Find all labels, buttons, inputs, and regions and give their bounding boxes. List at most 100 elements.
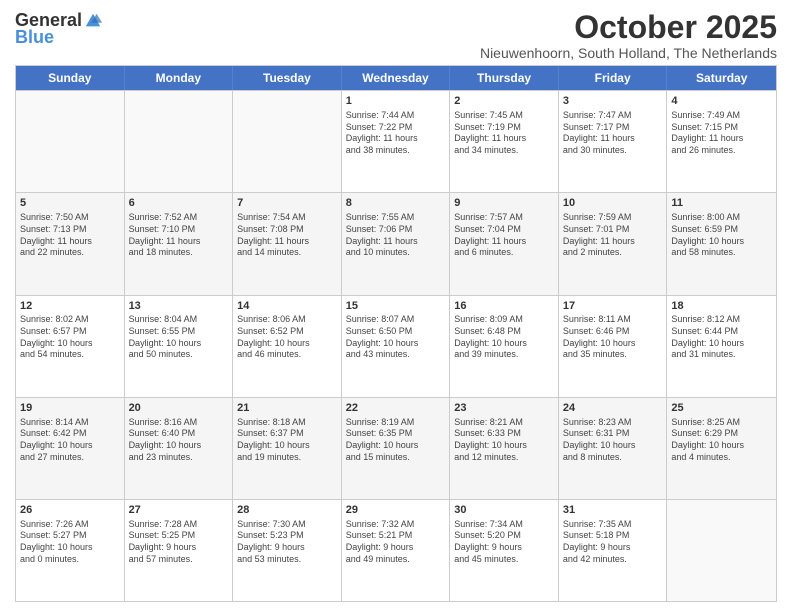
cal-cell-3-6: 17Sunrise: 8:11 AM Sunset: 6:46 PM Dayli…	[559, 296, 668, 397]
cell-day-number: 3	[563, 94, 663, 109]
cell-info: Sunrise: 8:19 AM Sunset: 6:35 PM Dayligh…	[346, 417, 446, 464]
cell-info: Sunrise: 8:25 AM Sunset: 6:29 PM Dayligh…	[671, 417, 772, 464]
cal-cell-4-1: 19Sunrise: 8:14 AM Sunset: 6:42 PM Dayli…	[16, 398, 125, 499]
cal-cell-5-6: 31Sunrise: 7:35 AM Sunset: 5:18 PM Dayli…	[559, 500, 668, 601]
cell-day-number: 20	[129, 401, 229, 416]
cal-cell-4-3: 21Sunrise: 8:18 AM Sunset: 6:37 PM Dayli…	[233, 398, 342, 499]
logo-icon	[84, 12, 102, 30]
cell-day-number: 16	[454, 299, 554, 314]
cal-cell-4-2: 20Sunrise: 8:16 AM Sunset: 6:40 PM Dayli…	[125, 398, 234, 499]
cell-info: Sunrise: 7:35 AM Sunset: 5:18 PM Dayligh…	[563, 519, 663, 566]
cell-day-number: 23	[454, 401, 554, 416]
cell-day-number: 22	[346, 401, 446, 416]
header-saturday: Saturday	[667, 66, 776, 90]
cal-cell-3-7: 18Sunrise: 8:12 AM Sunset: 6:44 PM Dayli…	[667, 296, 776, 397]
header-thursday: Thursday	[450, 66, 559, 90]
cal-cell-3-5: 16Sunrise: 8:09 AM Sunset: 6:48 PM Dayli…	[450, 296, 559, 397]
subtitle: Nieuwenhoorn, South Holland, The Netherl…	[480, 45, 777, 61]
cell-day-number: 6	[129, 196, 229, 211]
cell-day-number: 4	[671, 94, 772, 109]
cell-info: Sunrise: 7:34 AM Sunset: 5:20 PM Dayligh…	[454, 519, 554, 566]
calendar: Sunday Monday Tuesday Wednesday Thursday…	[15, 65, 777, 602]
cell-info: Sunrise: 8:00 AM Sunset: 6:59 PM Dayligh…	[671, 212, 772, 259]
cell-day-number: 9	[454, 196, 554, 211]
cell-info: Sunrise: 7:59 AM Sunset: 7:01 PM Dayligh…	[563, 212, 663, 259]
cal-week-5: 26Sunrise: 7:26 AM Sunset: 5:27 PM Dayli…	[16, 499, 776, 601]
cal-cell-3-3: 14Sunrise: 8:06 AM Sunset: 6:52 PM Dayli…	[233, 296, 342, 397]
cell-day-number: 18	[671, 299, 772, 314]
cal-cell-2-5: 9Sunrise: 7:57 AM Sunset: 7:04 PM Daylig…	[450, 193, 559, 294]
page: General Blue October 2025 Nieuwenhoorn, …	[0, 0, 792, 612]
cal-cell-1-2	[125, 91, 234, 192]
cal-cell-2-7: 11Sunrise: 8:00 AM Sunset: 6:59 PM Dayli…	[667, 193, 776, 294]
cal-cell-3-1: 12Sunrise: 8:02 AM Sunset: 6:57 PM Dayli…	[16, 296, 125, 397]
cell-info: Sunrise: 8:09 AM Sunset: 6:48 PM Dayligh…	[454, 314, 554, 361]
cal-cell-3-4: 15Sunrise: 8:07 AM Sunset: 6:50 PM Dayli…	[342, 296, 451, 397]
cell-day-number: 2	[454, 94, 554, 109]
cell-info: Sunrise: 8:12 AM Sunset: 6:44 PM Dayligh…	[671, 314, 772, 361]
header-sunday: Sunday	[16, 66, 125, 90]
cal-cell-5-4: 29Sunrise: 7:32 AM Sunset: 5:21 PM Dayli…	[342, 500, 451, 601]
cell-day-number: 12	[20, 299, 120, 314]
header-wednesday: Wednesday	[342, 66, 451, 90]
cal-cell-5-3: 28Sunrise: 7:30 AM Sunset: 5:23 PM Dayli…	[233, 500, 342, 601]
cell-info: Sunrise: 7:28 AM Sunset: 5:25 PM Dayligh…	[129, 519, 229, 566]
cell-info: Sunrise: 7:50 AM Sunset: 7:13 PM Dayligh…	[20, 212, 120, 259]
cell-info: Sunrise: 7:26 AM Sunset: 5:27 PM Dayligh…	[20, 519, 120, 566]
cell-day-number: 1	[346, 94, 446, 109]
header-monday: Monday	[125, 66, 234, 90]
cell-info: Sunrise: 8:16 AM Sunset: 6:40 PM Dayligh…	[129, 417, 229, 464]
cell-day-number: 15	[346, 299, 446, 314]
cal-cell-5-1: 26Sunrise: 7:26 AM Sunset: 5:27 PM Dayli…	[16, 500, 125, 601]
cell-day-number: 10	[563, 196, 663, 211]
calendar-body: 1Sunrise: 7:44 AM Sunset: 7:22 PM Daylig…	[16, 90, 776, 601]
cal-cell-5-2: 27Sunrise: 7:28 AM Sunset: 5:25 PM Dayli…	[125, 500, 234, 601]
cell-info: Sunrise: 7:55 AM Sunset: 7:06 PM Dayligh…	[346, 212, 446, 259]
cell-day-number: 29	[346, 503, 446, 518]
header-tuesday: Tuesday	[233, 66, 342, 90]
cal-cell-4-7: 25Sunrise: 8:25 AM Sunset: 6:29 PM Dayli…	[667, 398, 776, 499]
calendar-header: Sunday Monday Tuesday Wednesday Thursday…	[16, 66, 776, 90]
cell-day-number: 7	[237, 196, 337, 211]
cell-info: Sunrise: 8:18 AM Sunset: 6:37 PM Dayligh…	[237, 417, 337, 464]
cal-cell-4-5: 23Sunrise: 8:21 AM Sunset: 6:33 PM Dayli…	[450, 398, 559, 499]
cal-cell-5-5: 30Sunrise: 7:34 AM Sunset: 5:20 PM Dayli…	[450, 500, 559, 601]
cell-info: Sunrise: 8:04 AM Sunset: 6:55 PM Dayligh…	[129, 314, 229, 361]
cell-day-number: 31	[563, 503, 663, 518]
cell-info: Sunrise: 7:32 AM Sunset: 5:21 PM Dayligh…	[346, 519, 446, 566]
cell-info: Sunrise: 7:49 AM Sunset: 7:15 PM Dayligh…	[671, 110, 772, 157]
cell-info: Sunrise: 7:52 AM Sunset: 7:10 PM Dayligh…	[129, 212, 229, 259]
cal-cell-2-6: 10Sunrise: 7:59 AM Sunset: 7:01 PM Dayli…	[559, 193, 668, 294]
cell-info: Sunrise: 8:02 AM Sunset: 6:57 PM Dayligh…	[20, 314, 120, 361]
cell-day-number: 26	[20, 503, 120, 518]
cal-cell-1-4: 1Sunrise: 7:44 AM Sunset: 7:22 PM Daylig…	[342, 91, 451, 192]
cal-cell-4-4: 22Sunrise: 8:19 AM Sunset: 6:35 PM Dayli…	[342, 398, 451, 499]
cell-day-number: 17	[563, 299, 663, 314]
cell-day-number: 24	[563, 401, 663, 416]
month-title: October 2025	[480, 10, 777, 45]
cell-info: Sunrise: 8:23 AM Sunset: 6:31 PM Dayligh…	[563, 417, 663, 464]
cal-cell-5-7	[667, 500, 776, 601]
cal-cell-1-6: 3Sunrise: 7:47 AM Sunset: 7:17 PM Daylig…	[559, 91, 668, 192]
header: General Blue October 2025 Nieuwenhoorn, …	[15, 10, 777, 61]
cell-info: Sunrise: 7:54 AM Sunset: 7:08 PM Dayligh…	[237, 212, 337, 259]
cal-week-1: 1Sunrise: 7:44 AM Sunset: 7:22 PM Daylig…	[16, 90, 776, 192]
cell-info: Sunrise: 8:14 AM Sunset: 6:42 PM Dayligh…	[20, 417, 120, 464]
cell-day-number: 25	[671, 401, 772, 416]
cell-info: Sunrise: 8:06 AM Sunset: 6:52 PM Dayligh…	[237, 314, 337, 361]
cal-cell-1-7: 4Sunrise: 7:49 AM Sunset: 7:15 PM Daylig…	[667, 91, 776, 192]
cal-cell-2-3: 7Sunrise: 7:54 AM Sunset: 7:08 PM Daylig…	[233, 193, 342, 294]
cell-day-number: 21	[237, 401, 337, 416]
cell-info: Sunrise: 8:21 AM Sunset: 6:33 PM Dayligh…	[454, 417, 554, 464]
header-friday: Friday	[559, 66, 668, 90]
cell-day-number: 11	[671, 196, 772, 211]
cell-info: Sunrise: 7:45 AM Sunset: 7:19 PM Dayligh…	[454, 110, 554, 157]
cal-week-3: 12Sunrise: 8:02 AM Sunset: 6:57 PM Dayli…	[16, 295, 776, 397]
cal-cell-1-3	[233, 91, 342, 192]
logo: General Blue	[15, 10, 102, 48]
cell-day-number: 28	[237, 503, 337, 518]
cal-cell-1-1	[16, 91, 125, 192]
cell-day-number: 8	[346, 196, 446, 211]
cell-day-number: 13	[129, 299, 229, 314]
cell-info: Sunrise: 8:07 AM Sunset: 6:50 PM Dayligh…	[346, 314, 446, 361]
